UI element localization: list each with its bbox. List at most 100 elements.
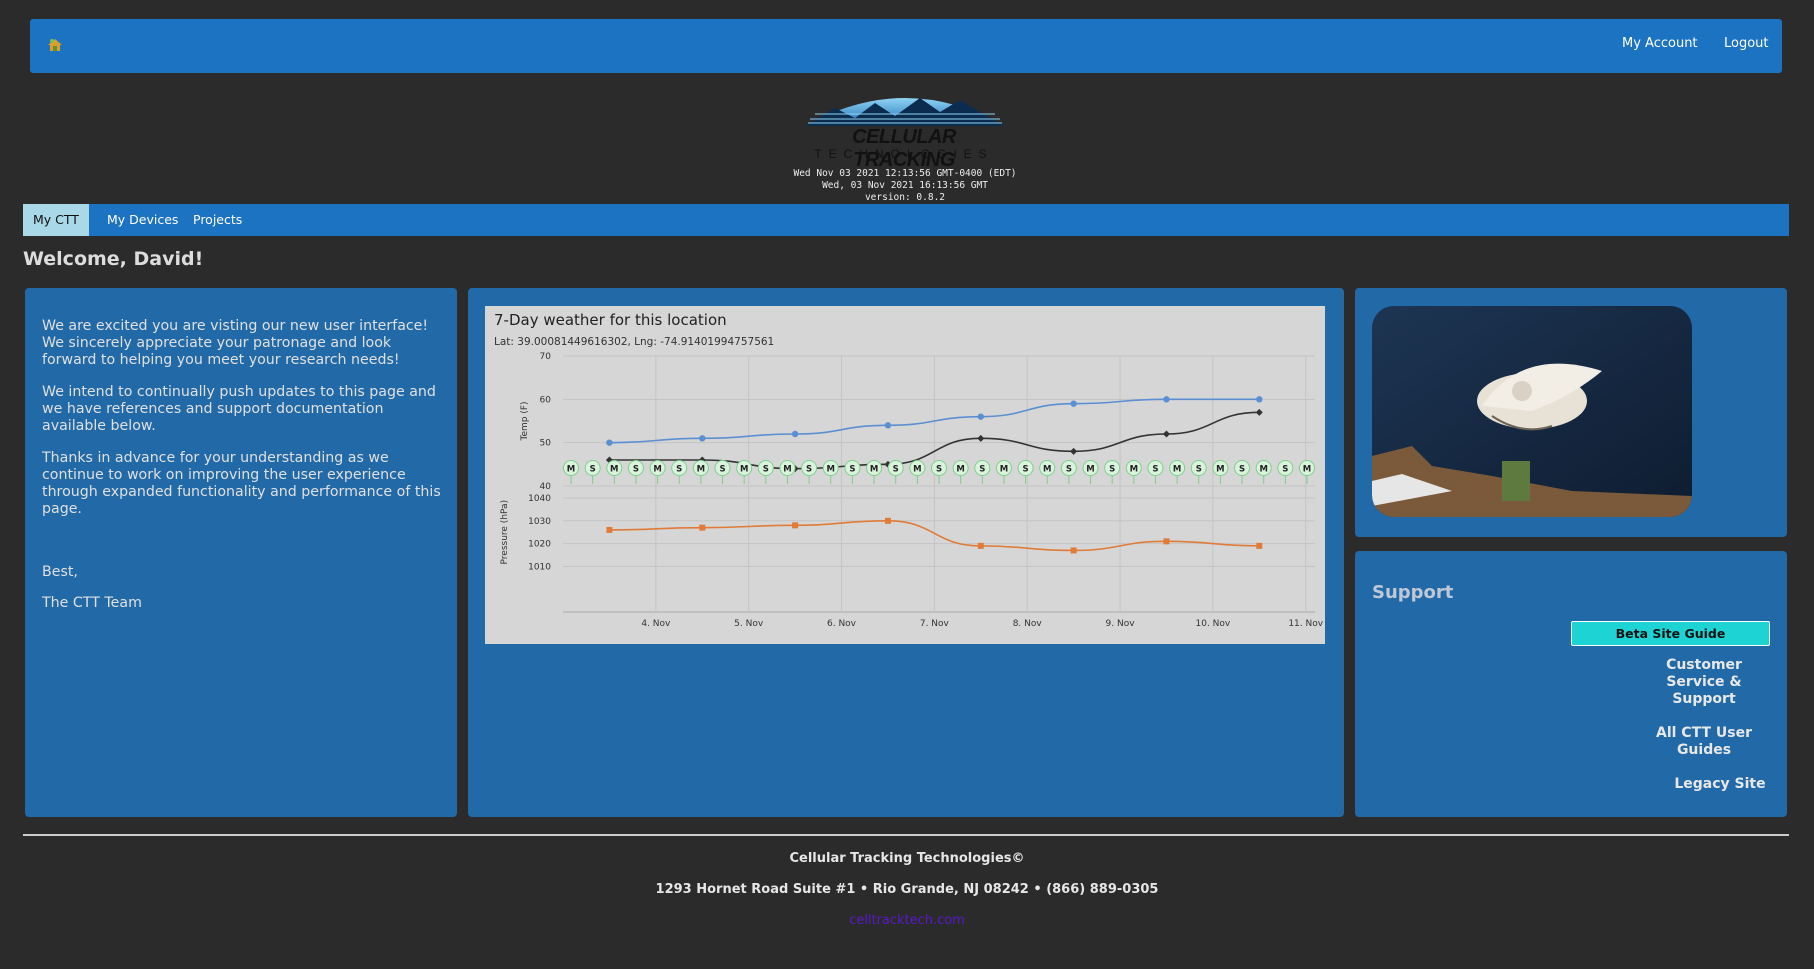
- user-guides-link[interactable]: All CTT User Guides: [1648, 725, 1760, 759]
- marker-label: M: [1130, 465, 1138, 475]
- temp-tick-label: 50: [540, 439, 552, 449]
- customer-service-link[interactable]: Customer Service & Support: [1648, 657, 1760, 708]
- marker-label: S: [893, 465, 899, 475]
- x-tick-label: 5. Nov: [734, 619, 764, 629]
- marker-label: M: [1086, 465, 1094, 475]
- x-tick-label: 6. Nov: [827, 619, 857, 629]
- temp-point: [1070, 400, 1077, 407]
- pressure-tick-label: 1040: [528, 494, 551, 504]
- x-tick-label: 10. Nov: [1196, 619, 1231, 629]
- pressure-point: [1070, 547, 1077, 554]
- temp-point: [1255, 408, 1263, 416]
- marker-label: M: [870, 465, 878, 475]
- marker-label: S: [1282, 465, 1288, 475]
- marker-label: S: [1066, 465, 1072, 475]
- intro-paragraph-3: Thanks in advance for your understanding…: [42, 450, 441, 517]
- pressure-point: [884, 517, 891, 524]
- x-tick-label: 4. Nov: [641, 619, 671, 629]
- marker-label: M: [697, 465, 705, 475]
- marker-label: M: [783, 465, 791, 475]
- pressure-tick-label: 1020: [528, 540, 551, 550]
- support-heading: Support: [1372, 582, 1454, 603]
- marker-label: S: [806, 465, 812, 475]
- marker-label: M: [1173, 465, 1181, 475]
- welcome-heading: Welcome, David!: [23, 248, 204, 270]
- marker-label: M: [567, 465, 575, 475]
- temp-point: [884, 422, 892, 429]
- marker-label: M: [653, 465, 661, 475]
- temp-point: [977, 413, 984, 420]
- pressure-point: [1163, 538, 1170, 545]
- temp-tick-label: 70: [540, 352, 552, 362]
- local-time: Wed Nov 03 2021 12:13:56 GMT-0400 (EDT): [793, 168, 1017, 179]
- logo-line2: TECHNOLOGIES: [814, 147, 994, 161]
- temp-point: [1070, 447, 1078, 455]
- utc-time: Wed, 03 Nov 2021 16:13:56 GMT: [822, 180, 988, 191]
- tab-my-ctt[interactable]: My CTT: [23, 204, 89, 236]
- marker-label: M: [1000, 465, 1008, 475]
- marker-label: S: [719, 465, 725, 475]
- logout-link[interactable]: Logout: [1724, 36, 1769, 51]
- marker-label: S: [1239, 465, 1245, 475]
- signature: The CTT Team: [42, 595, 142, 611]
- temp-point: [699, 435, 706, 442]
- tab-projects[interactable]: Projects: [183, 204, 252, 236]
- marker-label: M: [1259, 465, 1267, 475]
- marker-label: S: [1023, 465, 1029, 475]
- marker-label: S: [1109, 465, 1115, 475]
- marker-label: S: [676, 465, 682, 475]
- temp-axis-title: Temp (F): [520, 401, 530, 441]
- marker-label: S: [590, 465, 596, 475]
- marker-label: S: [633, 465, 639, 475]
- temp-tick-label: 40: [540, 482, 552, 492]
- pressure-tick-label: 1010: [528, 562, 551, 572]
- temp-point: [791, 430, 799, 438]
- intro-paragraph-2: We intend to continually push updates to…: [42, 384, 436, 434]
- intro-paragraph-1: We are excited you are visting our new u…: [42, 318, 429, 368]
- weather-chart: 7-Day weather for this location Lat: 39.…: [485, 306, 1325, 644]
- x-tick-label: 11. Nov: [1288, 619, 1323, 629]
- footer-website-link[interactable]: celltracktech.com: [849, 913, 965, 928]
- marker-label: S: [849, 465, 855, 475]
- pressure-point: [1256, 542, 1263, 549]
- marker-label: M: [827, 465, 835, 475]
- x-tick-label: 9. Nov: [1106, 619, 1136, 629]
- marker-label: M: [1043, 465, 1051, 475]
- marker-label: S: [936, 465, 942, 475]
- top-bar: My Account Logout: [30, 19, 1782, 73]
- beta-site-guide-button[interactable]: Beta Site Guide: [1571, 621, 1770, 646]
- footer-divider: [23, 834, 1789, 836]
- signoff: Best,: [42, 564, 78, 580]
- owl-photo: [1372, 306, 1692, 517]
- main-nav: My CTT My Devices Projects: [23, 204, 1789, 236]
- marker-label: M: [956, 465, 964, 475]
- my-account-link[interactable]: My Account: [1622, 36, 1698, 51]
- chart-svg: 70 60 50 40 1040 1030 1020 1010 4. Nov 5. Nov 6. N…: [500, 352, 1324, 629]
- time-info: Wed Nov 03 2021 12:13:56 GMT-0400 (EDT) …: [700, 168, 1110, 204]
- temp-point: [1162, 430, 1170, 438]
- x-tick-label: 8. Nov: [1013, 619, 1043, 629]
- temp-point: [606, 439, 613, 446]
- pressure-point: [792, 522, 799, 529]
- pressure-tick-label: 1030: [528, 517, 551, 527]
- marker-label: M: [1303, 465, 1311, 475]
- temp-point: [1163, 396, 1170, 403]
- footer-address: 1293 Hornet Road Suite #1 • Rio Grande, …: [655, 882, 1159, 897]
- temp-tick-label: 60: [540, 395, 552, 405]
- marker-label: M: [913, 465, 921, 475]
- pressure-point: [606, 526, 613, 533]
- intro-panel: We are excited you are visting our new u…: [25, 288, 457, 817]
- x-tick-label: 7. Nov: [920, 619, 950, 629]
- marker-label: M: [740, 465, 748, 475]
- tab-my-devices[interactable]: My Devices: [97, 204, 188, 236]
- home-icon[interactable]: [47, 37, 63, 53]
- pressure-point: [977, 542, 984, 549]
- marker-label: S: [1152, 465, 1158, 475]
- marker-label: S: [979, 465, 985, 475]
- marker-label: S: [763, 465, 769, 475]
- marker-label: M: [610, 465, 618, 475]
- legacy-site-link[interactable]: Legacy Site: [1670, 776, 1770, 793]
- pressure-point: [699, 524, 706, 531]
- footer-company: Cellular Tracking Technologies©: [789, 851, 1025, 866]
- marker-label: M: [1216, 465, 1224, 475]
